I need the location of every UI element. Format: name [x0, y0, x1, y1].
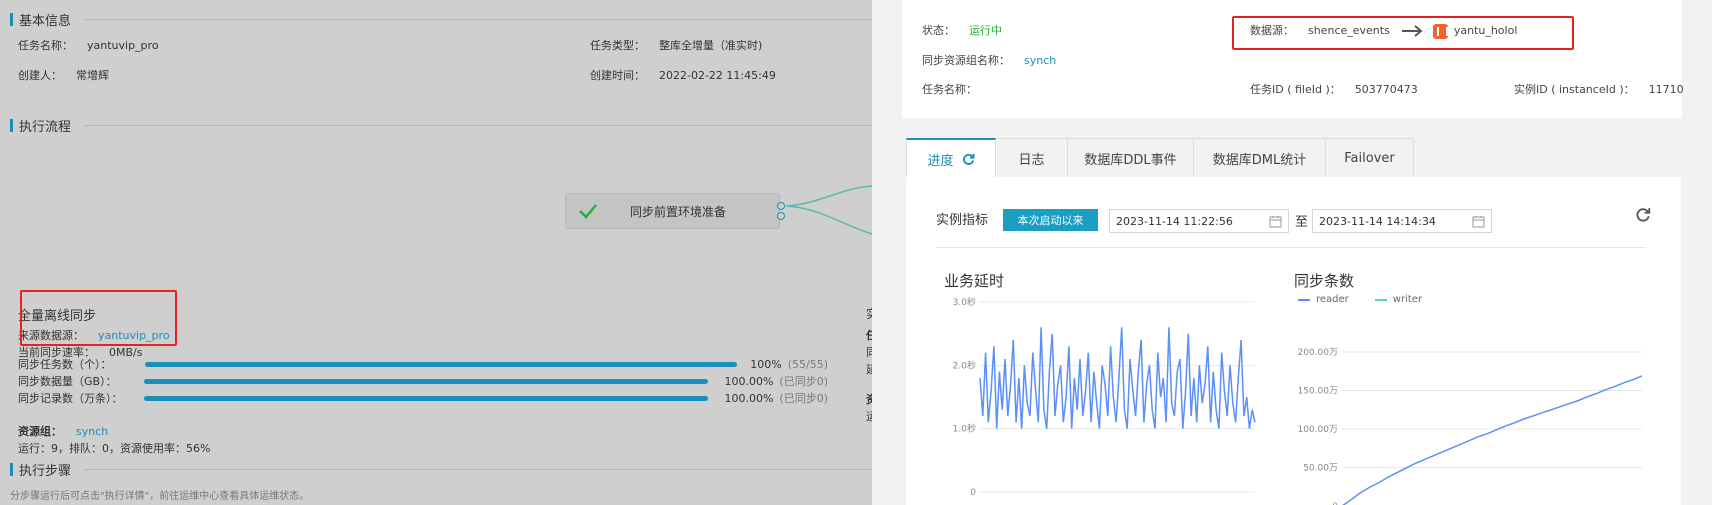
- resource-group-link[interactable]: synch: [76, 425, 108, 438]
- status-field: 状态： 运行中: [922, 24, 1002, 37]
- basic-info-section-title: 基本信息: [10, 10, 72, 29]
- resource-group-name-field: 同步资源组名称： synch: [922, 54, 1057, 67]
- flow-title: 执行流程: [19, 119, 72, 135]
- creator-field: 创建人： 常增辉: [18, 69, 109, 82]
- drawer-tabs: 进度 日志 数据库DDL事件 数据库DML统计 Failover: [906, 138, 1414, 178]
- check-icon: [566, 203, 610, 219]
- steps-title: 执行步骤: [19, 463, 72, 479]
- legend-swatch-writer: [1374, 298, 1387, 301]
- file-id-field: 任务ID ( fileId )： 503770473: [1250, 83, 1418, 96]
- basic-info-title: 基本信息: [19, 13, 72, 29]
- highlight-box: [20, 290, 177, 346]
- section-divider: [84, 125, 872, 126]
- end-date-input[interactable]: 2023-11-14 14:14:34: [1312, 209, 1492, 233]
- resource-group-link[interactable]: synch: [1024, 54, 1056, 67]
- progress-track: [143, 395, 708, 401]
- task-name-field: 任务名称： yantuvip_pro: [18, 39, 159, 52]
- resource-group-field: 资源组： synch: [18, 425, 109, 438]
- y-tick-label: 200.00万: [1298, 348, 1339, 358]
- node-port-icon: [777, 202, 785, 222]
- task-type-field: 任务类型： 整库全增量（准实时): [590, 39, 763, 52]
- section-accent-bar: [10, 118, 13, 132]
- run-info-card: 状态： 运行中 同步资源组名称： synch 任务名称： 数据源： shence_ev…: [902, 0, 1684, 118]
- y-tick-label: 150.00万: [1298, 387, 1339, 397]
- flow-section-title: 执行流程: [10, 116, 72, 135]
- flow-node-pre-env[interactable]: 同步前置环境准备: [565, 193, 785, 229]
- y-tick-label: 50.00万: [1303, 464, 1338, 474]
- section-divider: [84, 19, 872, 20]
- panel-divider: [936, 247, 1646, 248]
- progress-fill: [143, 378, 708, 384]
- sync-count-chart: 050.00万100.00万150.00万200.00万: [1298, 348, 1643, 505]
- task-detail-page: 基本信息 任务名称： yantuvip_pro 任务类型： 整库全增量（准实时) 创…: [0, 0, 872, 505]
- tab-ddl-events[interactable]: 数据库DDL事件: [1068, 138, 1194, 178]
- progress-row: 同步数据量（GB）： 100.00% (已同步0): [18, 374, 828, 389]
- flow-connector-lines: [785, 185, 872, 235]
- steps-hint: 分步骤运行后可点击"执行详情"，前往运维中心查看具体运维状态。: [10, 491, 310, 502]
- series-line-value: [979, 327, 1256, 429]
- tab-failover[interactable]: Failover: [1326, 138, 1414, 178]
- legend-reader: reader: [1316, 294, 1349, 305]
- since-start-button[interactable]: 本次启动以来: [1003, 209, 1098, 231]
- tab-logs[interactable]: 日志: [996, 138, 1068, 178]
- refresh-icon[interactable]: [1635, 207, 1651, 223]
- progress-row: 同步任务数（个）： 100% (55/55): [18, 357, 828, 372]
- progress-panel: 实例指标 本次启动以来 2023-11-14 11:22:56 至 2023-1…: [906, 177, 1681, 505]
- status-badge: 运行中: [969, 24, 1002, 37]
- drawer-task-name-field: 任务名称：: [922, 83, 977, 96]
- y-tick-label: 3.0秒: [953, 296, 976, 308]
- refresh-icon[interactable]: [962, 153, 975, 166]
- progress-fill: [145, 361, 737, 367]
- y-tick-label: 100.00万: [1298, 425, 1339, 435]
- section-accent-bar: [10, 462, 13, 476]
- progress-track: [145, 361, 737, 367]
- resource-status: 运行：9，排队：0，资源使用率：56%: [18, 442, 211, 455]
- instance-metrics-label: 实例指标: [936, 213, 989, 228]
- instance-id-field: 实例ID ( instanceId )： 11710: [1514, 83, 1684, 96]
- tab-dml-stats[interactable]: 数据库DML统计: [1194, 138, 1326, 178]
- steps-section-title: 执行步骤: [10, 460, 72, 479]
- latency-chart-title: 业务延时: [944, 272, 1005, 290]
- y-tick-label: 2.0秒: [953, 359, 976, 371]
- progress-track: [143, 378, 708, 384]
- progress-row: 同步记录数（万条）： 100.00% (已同步0): [18, 391, 828, 406]
- y-tick-label: 0: [970, 488, 976, 498]
- flow-node-label: 同步前置环境准备: [630, 204, 727, 219]
- section-divider: [84, 469, 872, 470]
- sync-count-legend: reader writer: [1298, 294, 1422, 305]
- section-accent-bar: [10, 12, 13, 26]
- progress-fill: [143, 395, 708, 401]
- series-line-reader: [1342, 375, 1643, 505]
- sync-count-chart-title: 同步条数: [1294, 272, 1355, 290]
- legend-swatch-reader: [1298, 298, 1310, 301]
- to-label: 至: [1295, 215, 1309, 230]
- highlight-box: [1232, 16, 1574, 50]
- latency-chart: 0 1.0秒 2.0秒 3.0秒: [953, 296, 1256, 498]
- calendar-icon: [1269, 216, 1282, 228]
- legend-writer: writer: [1392, 294, 1423, 305]
- y-tick-label: 1.0秒: [953, 423, 976, 435]
- task-run-drawer: 状态： 运行中 同步资源组名称： synch 任务名称： 数据源： shence_ev…: [872, 0, 1712, 505]
- tab-progress[interactable]: 进度: [906, 138, 996, 178]
- start-date-input[interactable]: 2023-11-14 11:22:56: [1109, 209, 1289, 233]
- calendar-icon: [1472, 216, 1485, 228]
- created-time-field: 创建时间： 2022-02-22 11:45:49: [590, 69, 776, 82]
